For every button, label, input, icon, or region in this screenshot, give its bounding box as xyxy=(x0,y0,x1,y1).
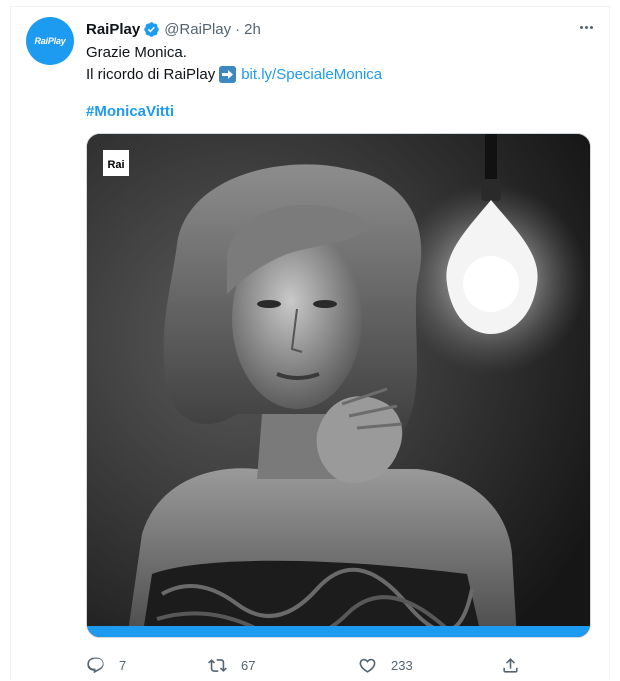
photo-illustration: Rai xyxy=(87,134,590,637)
right-arrow-emoji-icon xyxy=(219,65,237,83)
reply-icon xyxy=(87,657,104,673)
rai-watermark: Rai xyxy=(107,159,124,171)
tweet-header: RaiPlay @RaiPlay · 2h xyxy=(86,19,261,39)
retweet-count: 67 xyxy=(241,657,256,673)
more-options-icon[interactable] xyxy=(575,20,597,34)
avatar[interactable]: RaiPlay xyxy=(26,17,74,65)
tweet-media-photo[interactable]: Rai xyxy=(86,133,591,638)
tweet-line-1: Grazie Monica. xyxy=(86,43,187,61)
retweet-icon xyxy=(208,658,227,672)
tweet-text: Grazie Monica. Il ricordo di RaiPlay bit… xyxy=(86,41,586,85)
reply-button[interactable]: 7 xyxy=(86,653,126,677)
tweet-line-2: Il ricordo di RaiPlay bit.ly/SpecialeMon… xyxy=(86,63,586,85)
hashtag-link[interactable]: #MonicaVitti xyxy=(86,103,174,120)
retweet-button[interactable]: 67 xyxy=(208,653,255,677)
handle[interactable]: @RaiPlay xyxy=(164,21,231,38)
reply-count: 7 xyxy=(119,657,127,673)
display-name[interactable]: RaiPlay xyxy=(86,21,140,38)
tweet-line-2-text: Il ricordo di RaiPlay xyxy=(86,65,216,83)
timestamp[interactable]: 2h xyxy=(244,21,261,38)
heart-icon xyxy=(359,658,376,673)
avatar-logo-text: RaiPlay xyxy=(34,36,66,46)
share-button[interactable] xyxy=(501,653,534,677)
like-count: 233 xyxy=(391,657,413,673)
separator-dot: · xyxy=(235,20,241,38)
tweet-card[interactable]: RaiPlay RaiPlay @RaiPlay · 2h Grazie Mon… xyxy=(10,6,610,680)
like-button[interactable]: 233 xyxy=(358,653,413,677)
share-icon xyxy=(503,657,518,673)
verified-badge-icon xyxy=(144,21,159,37)
speciale-link[interactable]: bit.ly/SpecialeMonica xyxy=(241,64,382,85)
action-bar: 7 67 233 xyxy=(86,653,591,677)
